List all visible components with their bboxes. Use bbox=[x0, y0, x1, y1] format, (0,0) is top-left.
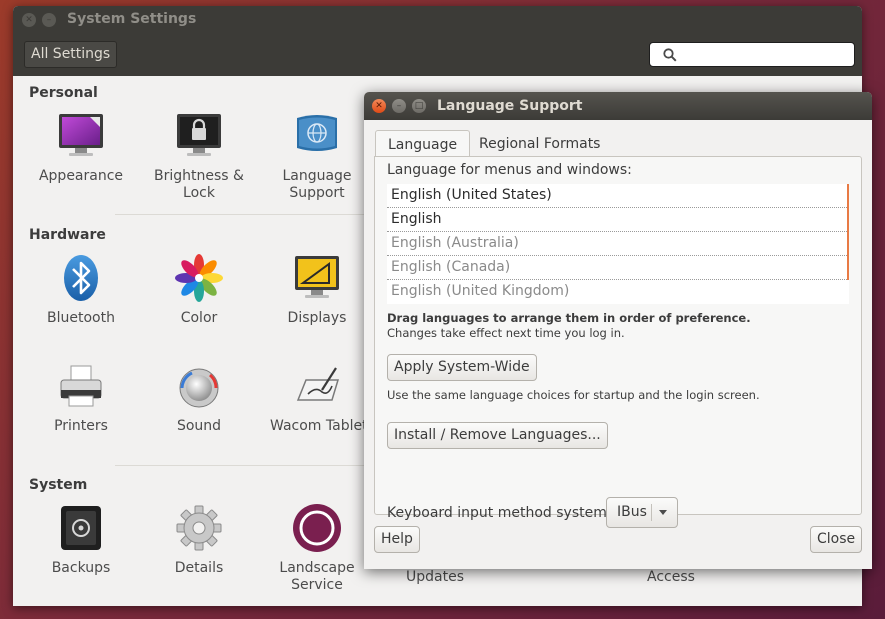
search-icon bbox=[663, 48, 677, 62]
launcher-label: Displays bbox=[287, 310, 347, 326]
launcher-printers[interactable]: Printers bbox=[22, 360, 140, 435]
launcher-backups[interactable]: Backups bbox=[22, 502, 140, 577]
tab-regional-formats[interactable]: Regional Formats bbox=[467, 130, 612, 158]
ime-selected-value: IBus bbox=[617, 504, 647, 520]
launcher-label: Access bbox=[647, 569, 695, 585]
launcher-appearance[interactable]: Appearance bbox=[22, 110, 140, 185]
apply-hint: Use the same language choices for startu… bbox=[387, 388, 760, 402]
dialog-titlebar: ✕ – □ Language Support bbox=[364, 92, 872, 120]
changes-hint: Changes take effect next time you log in… bbox=[387, 326, 625, 340]
launcher-label: Appearance bbox=[38, 168, 124, 184]
minimize-window-icon[interactable]: – bbox=[392, 99, 406, 113]
printer-icon bbox=[55, 360, 107, 412]
launcher-language-support[interactable]: Language Support bbox=[258, 110, 376, 202]
details-icon bbox=[173, 502, 225, 554]
launcher-label: Updates bbox=[406, 569, 464, 585]
backups-icon bbox=[55, 502, 107, 554]
displays-icon bbox=[291, 252, 343, 304]
launcher-bluetooth[interactable]: Bluetooth bbox=[22, 252, 140, 327]
section-hardware: Hardware bbox=[29, 227, 106, 243]
launcher-color[interactable]: Color bbox=[140, 252, 258, 327]
launcher-details[interactable]: Details bbox=[140, 502, 258, 577]
launcher-label: Language Support bbox=[282, 168, 352, 201]
language-tab-panel: Language for menus and windows: English … bbox=[374, 156, 862, 528]
settings-titlebar: ✕ – System Settings bbox=[13, 6, 862, 34]
install-remove-languages-button[interactable]: Install / Remove Languages... bbox=[387, 422, 608, 449]
list-item-language[interactable]: English (United Kingdom) bbox=[387, 280, 847, 304]
sound-icon bbox=[173, 360, 225, 412]
ime-select[interactable]: IBus bbox=[606, 497, 678, 528]
maximize-window-icon[interactable]: □ bbox=[412, 99, 426, 113]
all-settings-button[interactable]: All Settings bbox=[24, 41, 118, 68]
launcher-label: Sound bbox=[176, 418, 222, 434]
minimize-window-icon[interactable]: – bbox=[42, 13, 56, 27]
launcher-label: Landscape Service bbox=[279, 560, 355, 593]
launcher-displays[interactable]: Displays bbox=[258, 252, 376, 327]
apply-system-wide-button[interactable]: Apply System-Wide bbox=[387, 354, 537, 381]
launcher-label: Printers bbox=[54, 418, 108, 434]
launcher-sound[interactable]: Sound bbox=[140, 360, 258, 435]
settings-toolbar: All Settings bbox=[13, 34, 862, 76]
bluetooth-icon bbox=[55, 252, 107, 304]
combo-divider bbox=[651, 504, 652, 521]
section-personal: Personal bbox=[29, 85, 98, 101]
launcher-label: Details bbox=[174, 560, 224, 576]
list-item-language[interactable]: English (United States) bbox=[387, 184, 847, 208]
appearance-icon bbox=[55, 110, 107, 162]
launcher-brightness-lock[interactable]: Brightness & Lock bbox=[140, 110, 258, 202]
close-button[interactable]: Close bbox=[810, 526, 863, 553]
brightness-lock-icon bbox=[173, 110, 225, 162]
landscape-service-icon bbox=[291, 502, 343, 554]
list-item-language[interactable]: English (Australia) bbox=[387, 232, 847, 256]
color-icon bbox=[173, 252, 225, 304]
section-system: System bbox=[29, 477, 88, 493]
list-item-language[interactable]: English bbox=[387, 208, 847, 232]
tab-language[interactable]: Language bbox=[375, 130, 471, 158]
window-title: System Settings bbox=[67, 11, 197, 27]
list-item-language[interactable]: English (Canada) bbox=[387, 256, 847, 280]
language-list[interactable]: English (United States) English English … bbox=[387, 184, 849, 304]
launcher-label: Bluetooth bbox=[47, 310, 115, 326]
launcher-label: Backups bbox=[51, 560, 111, 576]
search-input[interactable] bbox=[649, 42, 855, 67]
drag-hint: Drag languages to arrange them in order … bbox=[387, 311, 751, 325]
close-window-icon[interactable]: ✕ bbox=[372, 99, 386, 113]
language-support-icon bbox=[291, 110, 343, 162]
ime-label: Keyboard input method system: bbox=[387, 505, 612, 521]
language-list-label: Language for menus and windows: bbox=[387, 162, 632, 178]
active-languages-bar bbox=[847, 184, 849, 280]
language-support-dialog: ✕ – □ Language Support Language Regional… bbox=[364, 92, 872, 569]
chevron-down-icon bbox=[659, 510, 667, 515]
launcher-label: Color bbox=[180, 310, 218, 326]
launcher-wacom-tablet[interactable]: Wacom Tablet bbox=[258, 360, 380, 435]
launcher-access[interactable]: Access bbox=[612, 569, 730, 586]
wacom-tablet-icon bbox=[292, 360, 344, 412]
close-window-icon[interactable]: ✕ bbox=[22, 13, 36, 27]
dialog-title: Language Support bbox=[437, 98, 583, 114]
help-button[interactable]: Help bbox=[374, 526, 420, 553]
launcher-landscape-service[interactable]: Landscape Service bbox=[258, 502, 376, 594]
launcher-updates[interactable]: Updates bbox=[376, 569, 494, 586]
launcher-label: Brightness & Lock bbox=[154, 168, 244, 201]
